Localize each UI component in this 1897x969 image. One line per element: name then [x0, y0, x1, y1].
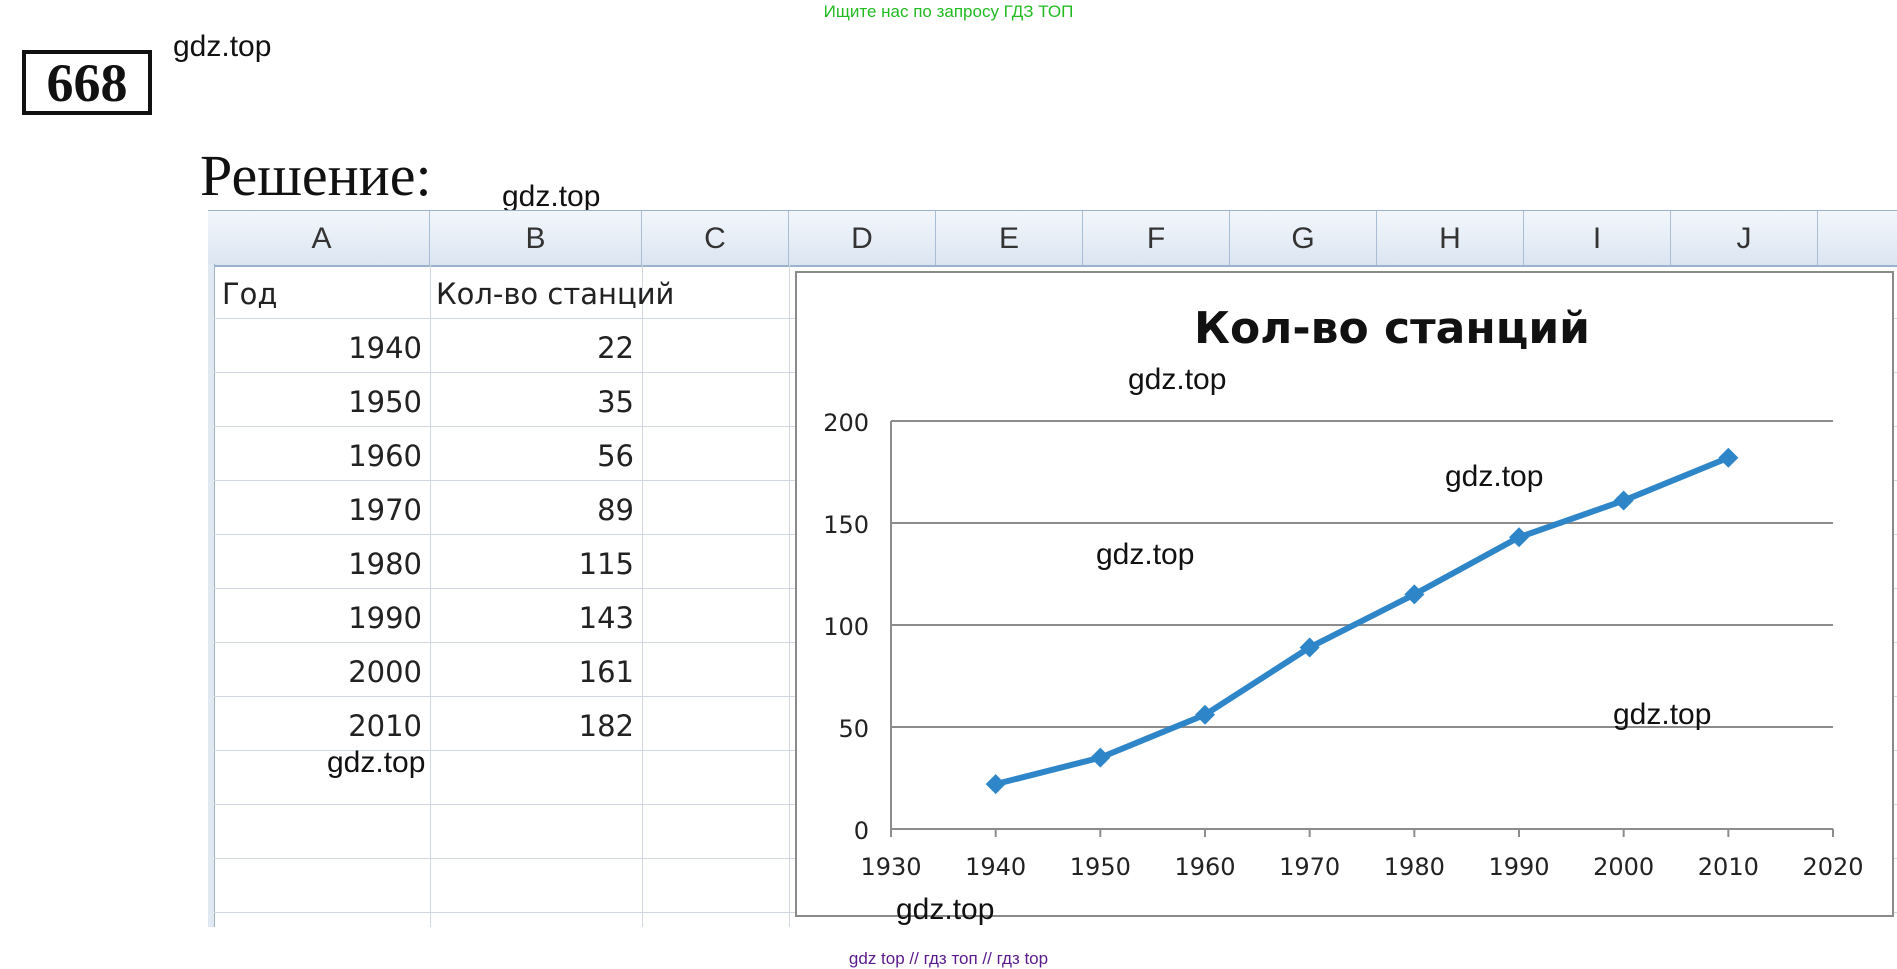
- x-tick-label: 1940: [965, 853, 1026, 881]
- watermark: gdz.top: [1445, 460, 1544, 493]
- x-tick-label: 1980: [1384, 853, 1445, 881]
- y-tick-label: 50: [838, 715, 869, 743]
- x-tick-label: 1930: [860, 853, 921, 881]
- cell-count[interactable]: 182: [438, 709, 634, 743]
- line-chart: Кол-во станций 0 50 100 150 200 1930 1940 1950 19…: [823, 303, 1863, 881]
- cell-count[interactable]: 56: [438, 439, 634, 473]
- column-header-a[interactable]: A: [214, 211, 430, 265]
- watermark: gdz.top: [1128, 363, 1227, 396]
- cell-year[interactable]: 1960: [222, 439, 422, 473]
- column-header-j[interactable]: J: [1671, 211, 1818, 265]
- x-tick-label: 1990: [1488, 853, 1549, 881]
- x-tick-label: 1950: [1070, 853, 1131, 881]
- x-tick-label: 2020: [1802, 853, 1863, 881]
- column-header-f[interactable]: F: [1083, 211, 1230, 265]
- chart-object[interactable]: Кол-во станций 0 50 100 150 200 1930 1940 1950 19…: [795, 271, 1894, 917]
- cell-count[interactable]: 143: [438, 601, 634, 635]
- column-header-h[interactable]: H: [1377, 211, 1524, 265]
- cell-year[interactable]: 2010: [222, 709, 422, 743]
- watermark: gdz.top: [327, 746, 426, 779]
- column-header-c[interactable]: C: [642, 211, 789, 265]
- x-tick-label: 1960: [1174, 853, 1235, 881]
- column-header-d[interactable]: D: [789, 211, 936, 265]
- data-point-marker: [1718, 447, 1739, 468]
- watermark: gdz.top: [173, 30, 272, 63]
- row-gutter: [208, 264, 215, 927]
- solution-heading: Решение:: [200, 143, 432, 208]
- cell-count[interactable]: 161: [438, 655, 634, 689]
- y-tick-label: 100: [823, 613, 869, 641]
- y-tick-label: 200: [823, 409, 869, 437]
- cell-year[interactable]: 1970: [222, 493, 422, 527]
- column-header-g[interactable]: G: [1230, 211, 1377, 265]
- cell-count[interactable]: 89: [438, 493, 634, 527]
- column-divider: [642, 264, 643, 927]
- cell-count[interactable]: 22: [438, 331, 634, 365]
- y-tick-label: 0: [854, 817, 869, 845]
- data-point-marker: [1613, 490, 1634, 511]
- x-tick-label: 1970: [1279, 853, 1340, 881]
- watermark: gdz.top: [502, 180, 601, 213]
- data-point-marker: [985, 774, 1006, 795]
- column-header-k[interactable]: K: [1818, 211, 1897, 265]
- cell-a1-year-header[interactable]: Год: [222, 277, 277, 311]
- watermark: gdz.top: [1096, 538, 1195, 571]
- x-tick-label: 2010: [1698, 853, 1759, 881]
- chart-title: Кол-во станций: [1194, 303, 1590, 354]
- cell-year[interactable]: 1990: [222, 601, 422, 635]
- problem-number-box: 668: [22, 50, 152, 115]
- cell-year[interactable]: 1950: [222, 385, 422, 419]
- data-point-marker: [1090, 747, 1111, 768]
- cell-b1-stations-header[interactable]: Кол-во станций: [436, 277, 674, 311]
- footer-links: gdz top // гдз топ // гдз top: [848, 949, 1049, 968]
- cell-count[interactable]: 35: [438, 385, 634, 419]
- column-header-e[interactable]: E: [936, 211, 1083, 265]
- y-tick-label: 150: [823, 511, 869, 539]
- top-banner: Ищите нас по запросу ГДЗ ТОП: [823, 2, 1074, 21]
- cell-year[interactable]: 1940: [222, 331, 422, 365]
- x-tick-label: 2000: [1593, 853, 1654, 881]
- column-divider: [789, 264, 790, 927]
- cell-year[interactable]: 1980: [222, 547, 422, 581]
- column-header-b[interactable]: B: [430, 211, 642, 265]
- cell-count[interactable]: 115: [438, 547, 634, 581]
- column-divider: [430, 264, 431, 927]
- column-header-i[interactable]: I: [1524, 211, 1671, 265]
- column-header-bar: A B C D E F G H I J K: [208, 210, 1897, 267]
- series-line: [992, 454, 1732, 788]
- cell-year[interactable]: 2000: [222, 655, 422, 689]
- watermark: gdz.top: [1613, 698, 1712, 731]
- watermark: gdz.top: [896, 893, 995, 926]
